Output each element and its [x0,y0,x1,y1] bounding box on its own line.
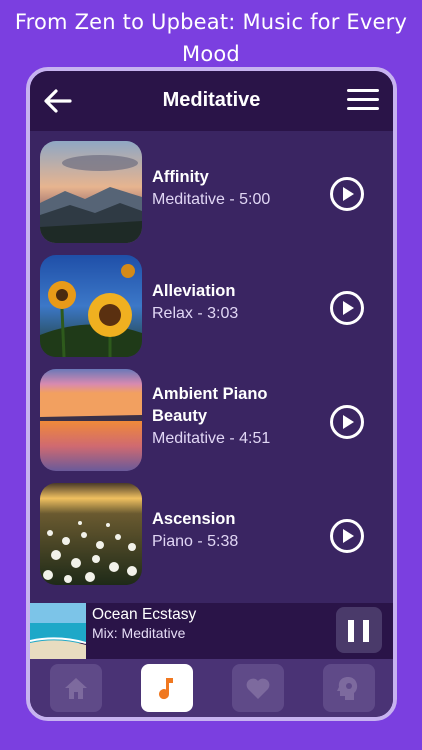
play-icon [330,405,364,439]
menu-button[interactable] [347,89,379,113]
play-button[interactable] [329,176,365,212]
track-subtitle: Meditative - 4:51 [152,430,271,447]
album-art-daisy-field [40,483,142,585]
tab-home[interactable] [50,664,102,712]
track-row[interactable]: Affinity Meditative - 5:00 [30,131,393,245]
head-gear-icon [337,677,358,700]
music-note-icon [159,678,173,700]
now-playing-title: Ocean Ecstasy [92,606,197,623]
home-icon [65,678,87,699]
track-title: Affinity [152,168,209,186]
track-row[interactable]: Ascension Piano - 5:38 [30,473,393,587]
heart-icon [246,678,270,699]
track-title: Ambient Piano Beauty [152,385,268,425]
play-icon [330,519,364,553]
tab-favorites[interactable] [232,664,284,712]
track-row[interactable]: Ambient Piano Beauty Meditative - 4:51 [30,359,393,473]
tab-mind[interactable] [323,664,375,712]
play-icon [330,177,364,211]
page-title: Meditative [162,89,261,111]
track-title: Alleviation [152,282,236,300]
phone-frame: Meditative Affinity Meditative - 5:00 Al… [26,67,397,721]
album-art-sunflowers [40,255,142,357]
track-title: Ascension [152,510,236,528]
track-row[interactable]: Alleviation Relax - 3:03 [30,245,393,359]
track-subtitle: Relax - 3:03 [152,305,239,322]
hamburger-menu-icon [347,89,379,92]
pause-icon [348,620,354,642]
album-art-lake-sunset [40,369,142,471]
promo-headline: From Zen to Upbeat: Music for Every Mood [14,10,408,66]
play-icon [330,291,364,325]
now-playing-bar[interactable]: Ocean Ecstasy Mix: Meditative [30,603,393,659]
play-button[interactable] [329,518,365,554]
now-playing-art-ocean [30,603,86,659]
track-list: Affinity Meditative - 5:00 Alleviation R… [30,131,393,603]
tab-bar [30,659,393,717]
play-button[interactable] [329,404,365,440]
pause-button[interactable] [336,607,382,653]
now-playing-subtitle: Mix: Meditative [92,625,186,641]
play-button[interactable] [329,290,365,326]
tab-music[interactable] [141,664,193,712]
app-header: Meditative [30,71,393,131]
track-subtitle: Meditative - 5:00 [152,191,271,208]
album-art-mountain-sunset [40,141,142,243]
track-subtitle: Piano - 5:38 [152,533,239,550]
